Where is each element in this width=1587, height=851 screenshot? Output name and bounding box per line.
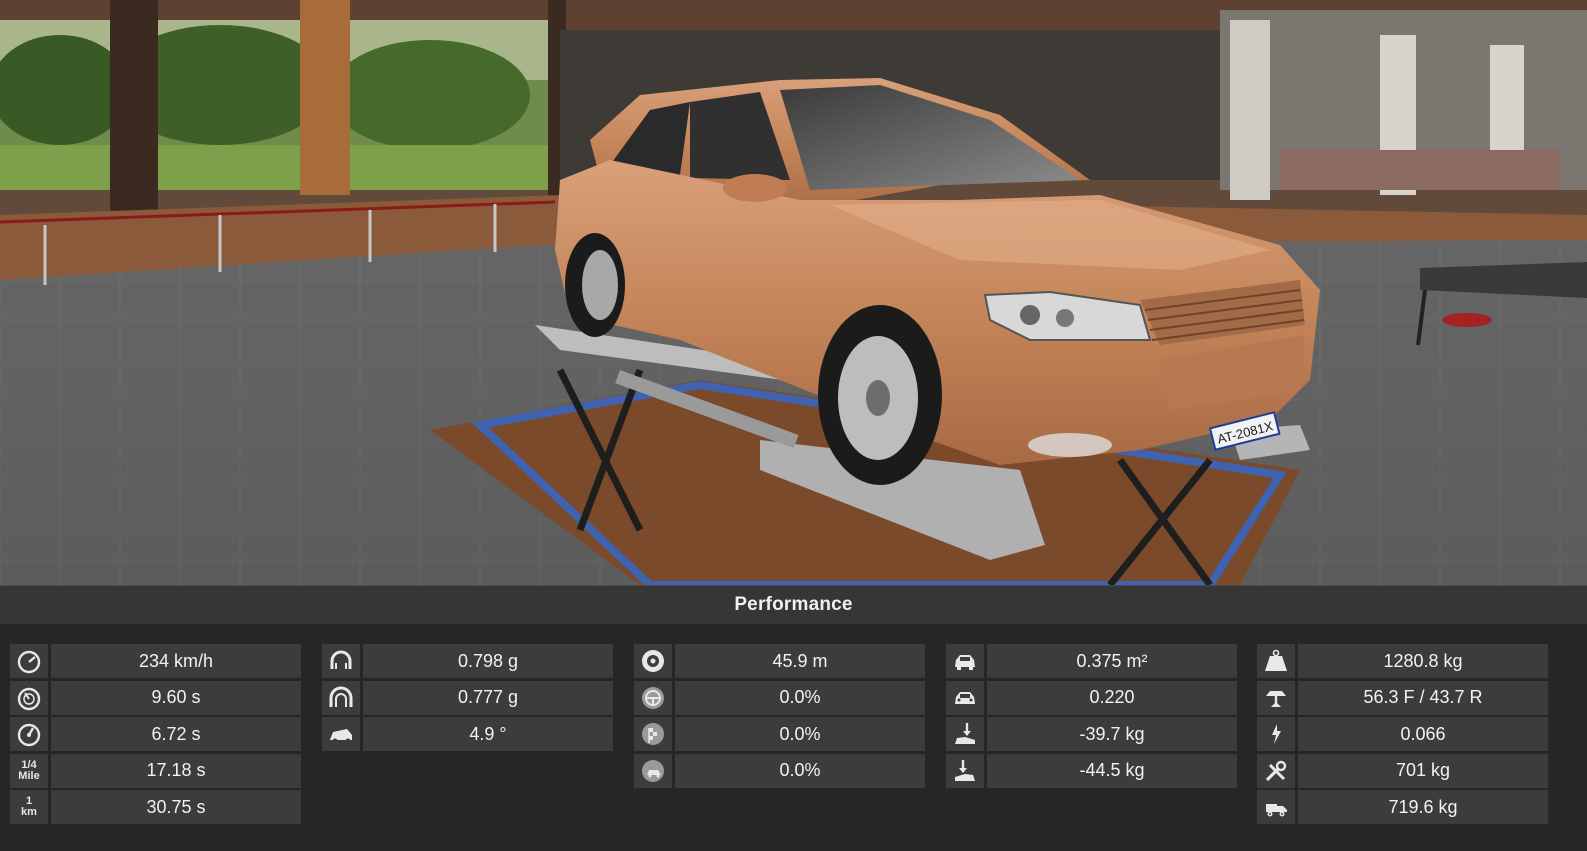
stat-value: 0.0% bbox=[675, 680, 925, 715]
stat-value: 234 km/h bbox=[51, 644, 301, 678]
tools-icon bbox=[1257, 753, 1295, 788]
stat-value: 0.777 g bbox=[363, 680, 613, 715]
performance-panel-header: Performance bbox=[0, 585, 1587, 624]
stat-row-quarter-mile: 1/4 Mile 17.18 s bbox=[10, 753, 301, 788]
stat-value: 0.798 g bbox=[363, 644, 613, 678]
car-badge-icon bbox=[634, 753, 672, 788]
stat-value: 0.375 m² bbox=[987, 644, 1237, 678]
gauge-alt-icon bbox=[10, 717, 48, 752]
downforce-rear-icon bbox=[946, 753, 984, 788]
stat-row-downforce-front: -39.7 kg bbox=[946, 717, 1237, 752]
stats-column-braking: 45.9 m 0.0% 0.0% 0.0% bbox=[634, 644, 925, 790]
horseshoe-icon bbox=[322, 644, 360, 678]
stat-row-top-speed: 234 km/h bbox=[10, 644, 301, 678]
stat-value: 9.60 s bbox=[51, 680, 301, 715]
stat-value: -44.5 kg bbox=[987, 753, 1237, 788]
stat-row-parts-weight: 701 kg bbox=[1257, 753, 1548, 788]
stat-row-one-km: 1 km 30.75 s bbox=[10, 790, 301, 825]
quarter-mile-icon-bottom: Mile bbox=[18, 769, 40, 782]
stat-row-downforce-rear: -44.5 kg bbox=[946, 753, 1237, 788]
stats-column-weight: 1280.8 kg 56.3 F / 43.7 R 0.066 701 kg 7… bbox=[1257, 644, 1548, 827]
stat-row-total-weight: 1280.8 kg bbox=[1257, 644, 1548, 678]
stat-value: 719.6 kg bbox=[1298, 790, 1548, 825]
stat-row-body-roll: 4.9 ° bbox=[322, 717, 613, 752]
performance-panel: Performance 234 km/h 9.60 s 6.72 s 1/4 Mi… bbox=[0, 585, 1587, 851]
race-flag-icon bbox=[634, 717, 672, 752]
stat-value: 17.18 s bbox=[51, 753, 301, 788]
stat-value: 0.0% bbox=[675, 717, 925, 752]
stat-row-weight-distribution: 56.3 F / 43.7 R bbox=[1257, 680, 1548, 715]
steering-wheel-icon bbox=[634, 680, 672, 715]
tow-truck-icon bbox=[1257, 790, 1295, 825]
stat-row-race-flag: 0.0% bbox=[634, 717, 925, 752]
quarter-mile-icon: 1/4 Mile bbox=[10, 753, 48, 788]
one-km-icon-bottom: km bbox=[21, 806, 37, 819]
stat-value: 6.72 s bbox=[51, 717, 301, 752]
speedometer-icon bbox=[10, 644, 48, 678]
showroom-scene: AT-2081X bbox=[0, 0, 1587, 585]
stat-value: 0.0% bbox=[675, 753, 925, 788]
stat-row-towing: 719.6 kg bbox=[1257, 790, 1548, 825]
stat-row-car-badge: 0.0% bbox=[634, 753, 925, 788]
pillar bbox=[1230, 20, 1270, 200]
stats-column-speed: 234 km/h 9.60 s 6.72 s 1/4 Mile 17.18 s 1… bbox=[10, 644, 301, 827]
weight-distribution-icon bbox=[1257, 680, 1295, 715]
showroom-3d-viewport[interactable]: AT-2081X bbox=[0, 0, 1587, 585]
horseshoe-alt-icon bbox=[322, 680, 360, 715]
stat-row-steering: 0.0% bbox=[634, 680, 925, 715]
stat-value: 4.9 ° bbox=[363, 717, 613, 752]
brake-disc-icon bbox=[634, 644, 672, 678]
stat-value: 0.220 bbox=[987, 680, 1237, 715]
stat-row-lateral-g: 0.798 g bbox=[322, 644, 613, 678]
one-km-icon: 1 km bbox=[10, 790, 48, 825]
stat-row-accel-100: 9.60 s bbox=[10, 680, 301, 715]
gauge-icon bbox=[10, 680, 48, 715]
stat-value: 1280.8 kg bbox=[1298, 644, 1548, 678]
car-front-drag-icon bbox=[946, 680, 984, 715]
stat-value: 56.3 F / 43.7 R bbox=[1298, 680, 1548, 715]
stat-value: -39.7 kg bbox=[987, 717, 1237, 752]
stat-value: 0.066 bbox=[1298, 717, 1548, 752]
stat-row-power-ratio: 0.066 bbox=[1257, 717, 1548, 752]
stat-row-braking-distance: 45.9 m bbox=[634, 644, 925, 678]
stat-row-frontal-area: 0.375 m² bbox=[946, 644, 1237, 678]
stat-row-accel-alt: 6.72 s bbox=[10, 717, 301, 752]
stat-row-drag-coefficient: 0.220 bbox=[946, 680, 1237, 715]
lightning-icon bbox=[1257, 717, 1295, 752]
stat-value: 701 kg bbox=[1298, 753, 1548, 788]
stat-row-lateral-g-alt: 0.777 g bbox=[322, 680, 613, 715]
stat-value: 45.9 m bbox=[675, 644, 925, 678]
weight-icon bbox=[1257, 644, 1295, 678]
car-front-area-icon bbox=[946, 644, 984, 678]
stat-value: 30.75 s bbox=[51, 790, 301, 825]
stats-column-grip: 0.798 g 0.777 g 4.9 ° bbox=[322, 644, 613, 754]
panel-title: Performance bbox=[734, 594, 853, 615]
stats-column-aero: 0.375 m² 0.220 -39.7 kg -44.5 kg bbox=[946, 644, 1237, 790]
downforce-front-icon bbox=[946, 717, 984, 752]
car-tilt-icon bbox=[322, 717, 360, 752]
